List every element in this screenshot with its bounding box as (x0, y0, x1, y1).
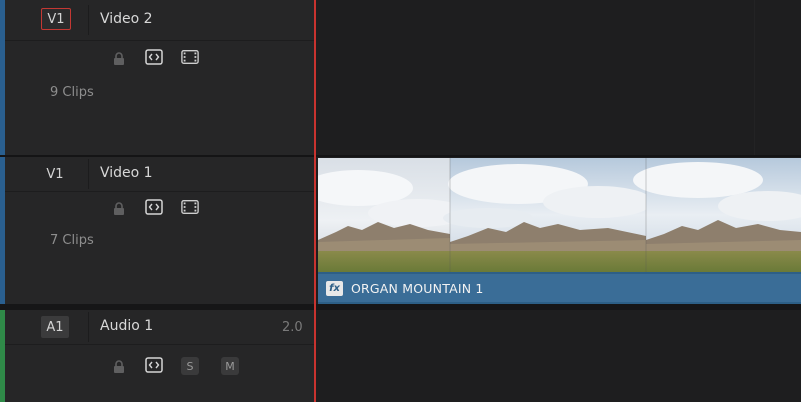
auto-select-icon[interactable] (145, 357, 163, 373)
clip-name: ORGAN MOUNTAIN 1 (351, 280, 484, 296)
timeline-clip[interactable]: fx ORGAN MOUNTAIN 1 (318, 158, 801, 304)
timeline-lane-divider (754, 0, 755, 155)
header-separator (5, 344, 316, 345)
track-destination-selector[interactable]: A1 (41, 316, 69, 338)
track-video-1: V1 Video 1 7 Clips (0, 157, 316, 304)
auto-select-icon[interactable] (145, 199, 163, 215)
header-divider (88, 159, 89, 189)
clip-label-bar: fx ORGAN MOUNTAIN 1 (318, 274, 801, 302)
channel-format: 2.0 (282, 320, 303, 335)
track-video-2: V1 Video 2 9 Clips (0, 0, 316, 155)
track-audio-1: A1 Audio 1 2.0 S M (0, 310, 316, 402)
lock-icon[interactable] (110, 360, 128, 374)
header-separator (5, 40, 316, 41)
timeline-editor: V1 Video 2 9 Clips V1 Video 1 7 Clips fx… (0, 0, 801, 402)
film-strip-icon[interactable] (181, 200, 199, 214)
auto-select-icon[interactable] (145, 49, 163, 65)
track-name[interactable]: Video 1 (100, 165, 153, 181)
track-name[interactable]: Audio 1 (100, 318, 153, 334)
track-destination-selector[interactable]: V1 (41, 8, 71, 30)
clip-count: 7 Clips (50, 233, 94, 248)
film-strip-icon[interactable] (181, 50, 199, 64)
playhead[interactable] (314, 0, 316, 402)
track-color-bar (0, 0, 5, 155)
fx-badge-icon[interactable]: fx (326, 280, 343, 296)
clip-count: 9 Clips (50, 85, 94, 100)
track-destination-selector[interactable]: V1 (41, 163, 69, 185)
header-separator (5, 191, 316, 192)
solo-button[interactable]: S (181, 357, 199, 375)
header-divider (88, 5, 89, 35)
track-name[interactable]: Video 2 (100, 11, 153, 27)
header-divider (88, 312, 89, 342)
track-color-bar (0, 157, 5, 304)
lock-icon[interactable] (110, 52, 128, 66)
track-color-bar (0, 310, 5, 402)
landscape-thumbnail-strip (318, 158, 801, 272)
mute-button[interactable]: M (221, 357, 239, 375)
clip-thumbnails (318, 158, 801, 272)
lock-icon[interactable] (110, 202, 128, 216)
